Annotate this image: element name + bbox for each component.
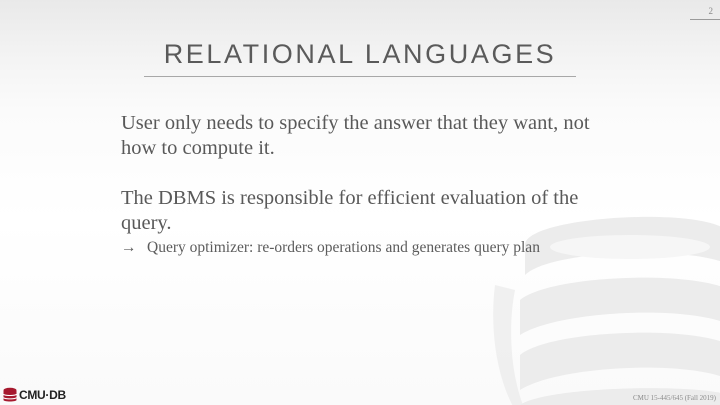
slide-title: RELATIONAL LANGUAGES [163,39,557,69]
page-number-divider [690,19,720,20]
slide: 2 RELATIONAL LANGUAGES User only needs t… [0,0,720,405]
arrow-bullet-icon: → [121,239,137,256]
logo-text: CMU·DB [19,388,66,402]
sub-bullet-text: Query optimizer: re-orders operations an… [147,239,540,256]
bullet-paragraph-2: The DBMS is responsible for efficient ev… [121,187,579,234]
course-info: CMU 15-445/645 (Fall 2019) [632,394,716,402]
database-cylinder-icon [3,387,17,402]
page-number: 2 [708,6,714,16]
sub-bullet: → Query optimizer: re-orders operations … [121,238,601,258]
title-divider [144,76,576,77]
cmu-db-logo: CMU·DB [2,387,66,403]
slide-content: User only needs to specify the answer th… [121,111,601,258]
bullet-paragraph-1: User only needs to specify the answer th… [121,112,590,159]
